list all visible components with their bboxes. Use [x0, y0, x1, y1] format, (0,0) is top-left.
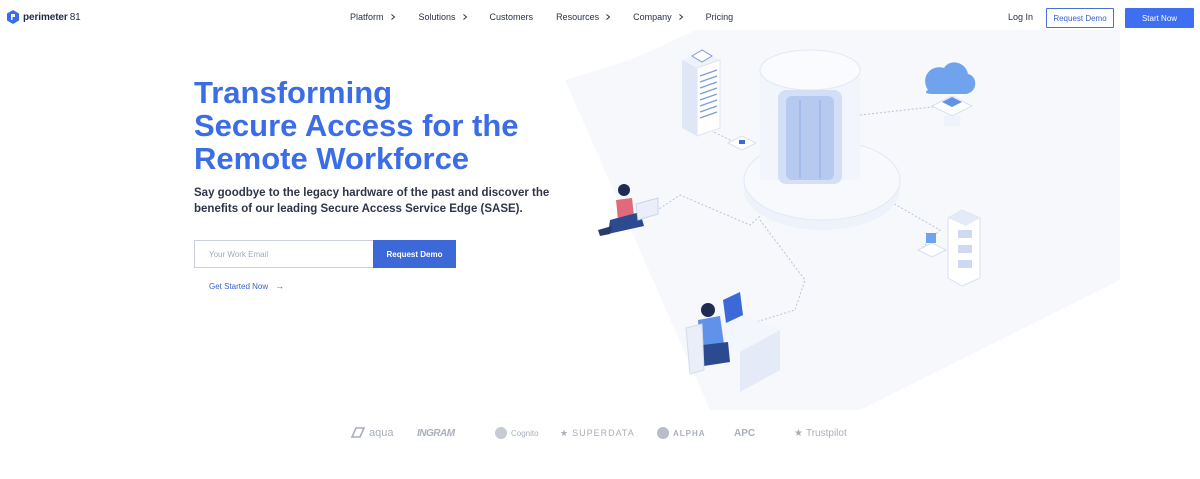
hero-title: Transforming Secure Access for the Remot…: [194, 76, 574, 175]
nav-platform-label: Platform: [350, 12, 384, 22]
brand-logo[interactable]: perimeter 81: [7, 10, 81, 24]
superdata-logo-text: SUPERDATA: [572, 428, 635, 438]
nav-resources[interactable]: Resources: [556, 12, 611, 22]
chevron-right-icon: [390, 14, 395, 20]
cognito-logo-icon: Cognito: [494, 424, 539, 442]
alpha-logo-icon: ALPHA: [656, 424, 706, 442]
brand-name: perimeter 81: [23, 11, 81, 23]
superdata-star-icon: ★: [560, 427, 570, 438]
trustpilot-logo-text: Trustpilot: [805, 427, 847, 439]
aqua-logo-icon: aqua: [350, 424, 393, 442]
nav-customers[interactable]: Customers: [490, 12, 534, 22]
hero-subtitle: Say goodbye to the legacy hardware of th…: [194, 187, 550, 215]
chevron-right-icon: [606, 14, 611, 20]
nav-pricing[interactable]: Pricing: [706, 12, 734, 22]
chevron-right-icon: [462, 14, 467, 20]
chevron-right-icon: [678, 14, 683, 20]
start-now-button[interactable]: Start Now: [1125, 8, 1194, 28]
get-started-link[interactable]: Get Started Now →: [209, 281, 284, 291]
network-illustration: [565, 30, 1120, 410]
aqua-logo-text: aqua: [369, 427, 394, 439]
nav-solutions[interactable]: Solutions: [419, 12, 468, 22]
alpha-mark-icon: [657, 427, 669, 439]
perimeter81-logo-icon: [7, 10, 19, 24]
server-tower-icon: [682, 49, 721, 137]
apc-logo-text: APC: [734, 427, 756, 439]
cognito-mark-icon: [495, 427, 507, 439]
nav-company-label: Company: [633, 12, 672, 22]
ingram-logo-icon: INGRAM: [417, 424, 455, 442]
nav-customers-label: Customers: [489, 12, 534, 22]
nav-platform[interactable]: Platform: [350, 12, 396, 22]
alpha-logo-text: ALPHA: [673, 428, 706, 438]
trustpilot-logo-icon: ★ Trustpilot: [794, 424, 847, 442]
trustpilot-star-icon: ★: [794, 427, 803, 439]
main-menu: Platform Solutions Customers Resources C…: [350, 12, 755, 22]
arrow-right-icon: →: [275, 281, 285, 291]
ingram-logo-text: INGRAM: [417, 427, 455, 439]
nav-company[interactable]: Company: [633, 12, 684, 22]
work-email-input[interactable]: [194, 240, 374, 268]
nav-resources-label: Resources: [556, 12, 600, 22]
apc-logo-icon: APC: [734, 424, 755, 442]
nav-pricing-label: Pricing: [705, 12, 734, 22]
cognito-logo-text: Cognito: [511, 428, 539, 438]
request-demo-button[interactable]: Request Demo: [373, 240, 456, 268]
login-link[interactable]: Log In: [1008, 12, 1033, 22]
superdata-logo-icon: ★ SUPERDATA: [560, 424, 635, 442]
aqua-mark-icon: [350, 427, 366, 438]
hero-title-line-2: Secure Access for the: [194, 108, 519, 143]
hero-title-line-1: Transforming: [194, 75, 393, 110]
request-demo-nav-button[interactable]: Request Demo: [1046, 8, 1114, 28]
get-started-label: Get Started Now: [209, 281, 269, 291]
nav-solutions-label: Solutions: [418, 12, 456, 22]
hero-title-line-3: Remote Workforce: [194, 141, 470, 176]
